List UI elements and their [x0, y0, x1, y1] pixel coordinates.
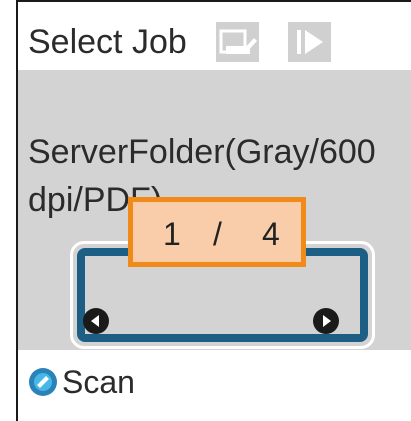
scan-label[interactable]: Scan — [62, 362, 135, 402]
device-screen: Select Job ServerFolder(Gray/600 dpi/PDF… — [16, 0, 411, 421]
job-name-line1: ServerFolder(Gray/600 — [28, 133, 376, 171]
previous-arrow-icon[interactable] — [82, 307, 110, 335]
header: Select Job — [18, 0, 411, 70]
page-title: Select Job — [28, 23, 187, 61]
scan-settings-icon[interactable] — [216, 22, 259, 62]
scan-icon[interactable] — [28, 367, 58, 397]
total-pages: 4 — [262, 216, 280, 252]
footer: Scan — [18, 350, 411, 421]
next-arrow-icon[interactable] — [312, 307, 340, 335]
page-indicator: 1 / 4 — [128, 197, 306, 267]
current-page: 1 — [163, 216, 181, 252]
start-icon[interactable] — [288, 22, 331, 62]
page-separator: / — [213, 216, 222, 252]
